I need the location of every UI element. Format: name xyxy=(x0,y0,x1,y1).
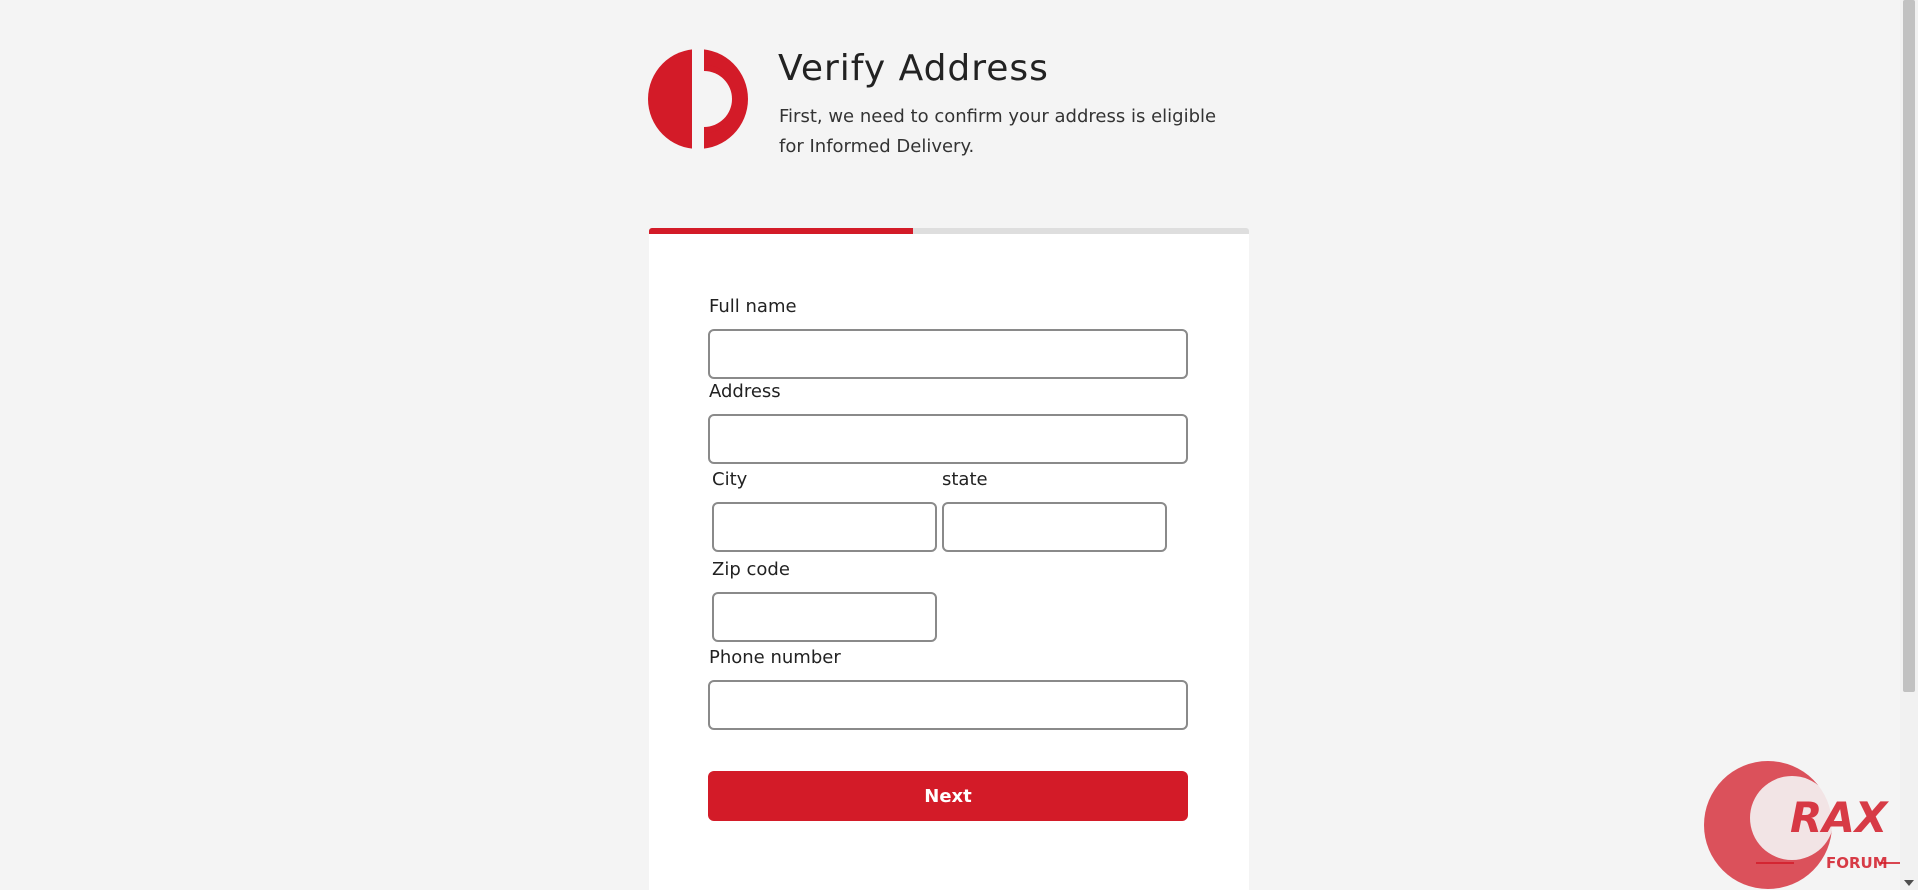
full-name-label: Full name xyxy=(709,296,797,317)
next-button[interactable]: Next xyxy=(708,771,1188,821)
state-input[interactable] xyxy=(942,502,1167,552)
page: Verify Address First, we need to confirm… xyxy=(0,0,1918,890)
address-input[interactable] xyxy=(708,414,1188,464)
city-label: City xyxy=(712,469,748,490)
phone-number-label: Phone number xyxy=(709,647,841,668)
page-subtitle: First, we need to confirm your address i… xyxy=(779,106,1217,157)
brand-logo-icon xyxy=(648,49,748,149)
state-label: state xyxy=(942,469,988,490)
full-name-input[interactable] xyxy=(708,329,1188,379)
watermark-brand-text: RAX xyxy=(1790,793,1890,842)
page-title: Verify Address xyxy=(778,48,1049,89)
crax-forum-watermark: RAX FORUM xyxy=(1704,761,1918,889)
form-card: Full name Address City state Zip code Ph… xyxy=(649,234,1249,890)
zip-code-input[interactable] xyxy=(712,592,937,642)
scrollbar-thumb[interactable] xyxy=(1903,0,1915,692)
watermark-sub-text: FORUM xyxy=(1826,854,1888,872)
scroll-down-arrow-icon[interactable] xyxy=(1904,880,1914,886)
phone-number-input[interactable] xyxy=(708,680,1188,730)
city-input[interactable] xyxy=(712,502,937,552)
zip-code-label: Zip code xyxy=(712,559,790,580)
vertical-scrollbar[interactable] xyxy=(1900,0,1918,890)
address-label: Address xyxy=(709,381,781,402)
